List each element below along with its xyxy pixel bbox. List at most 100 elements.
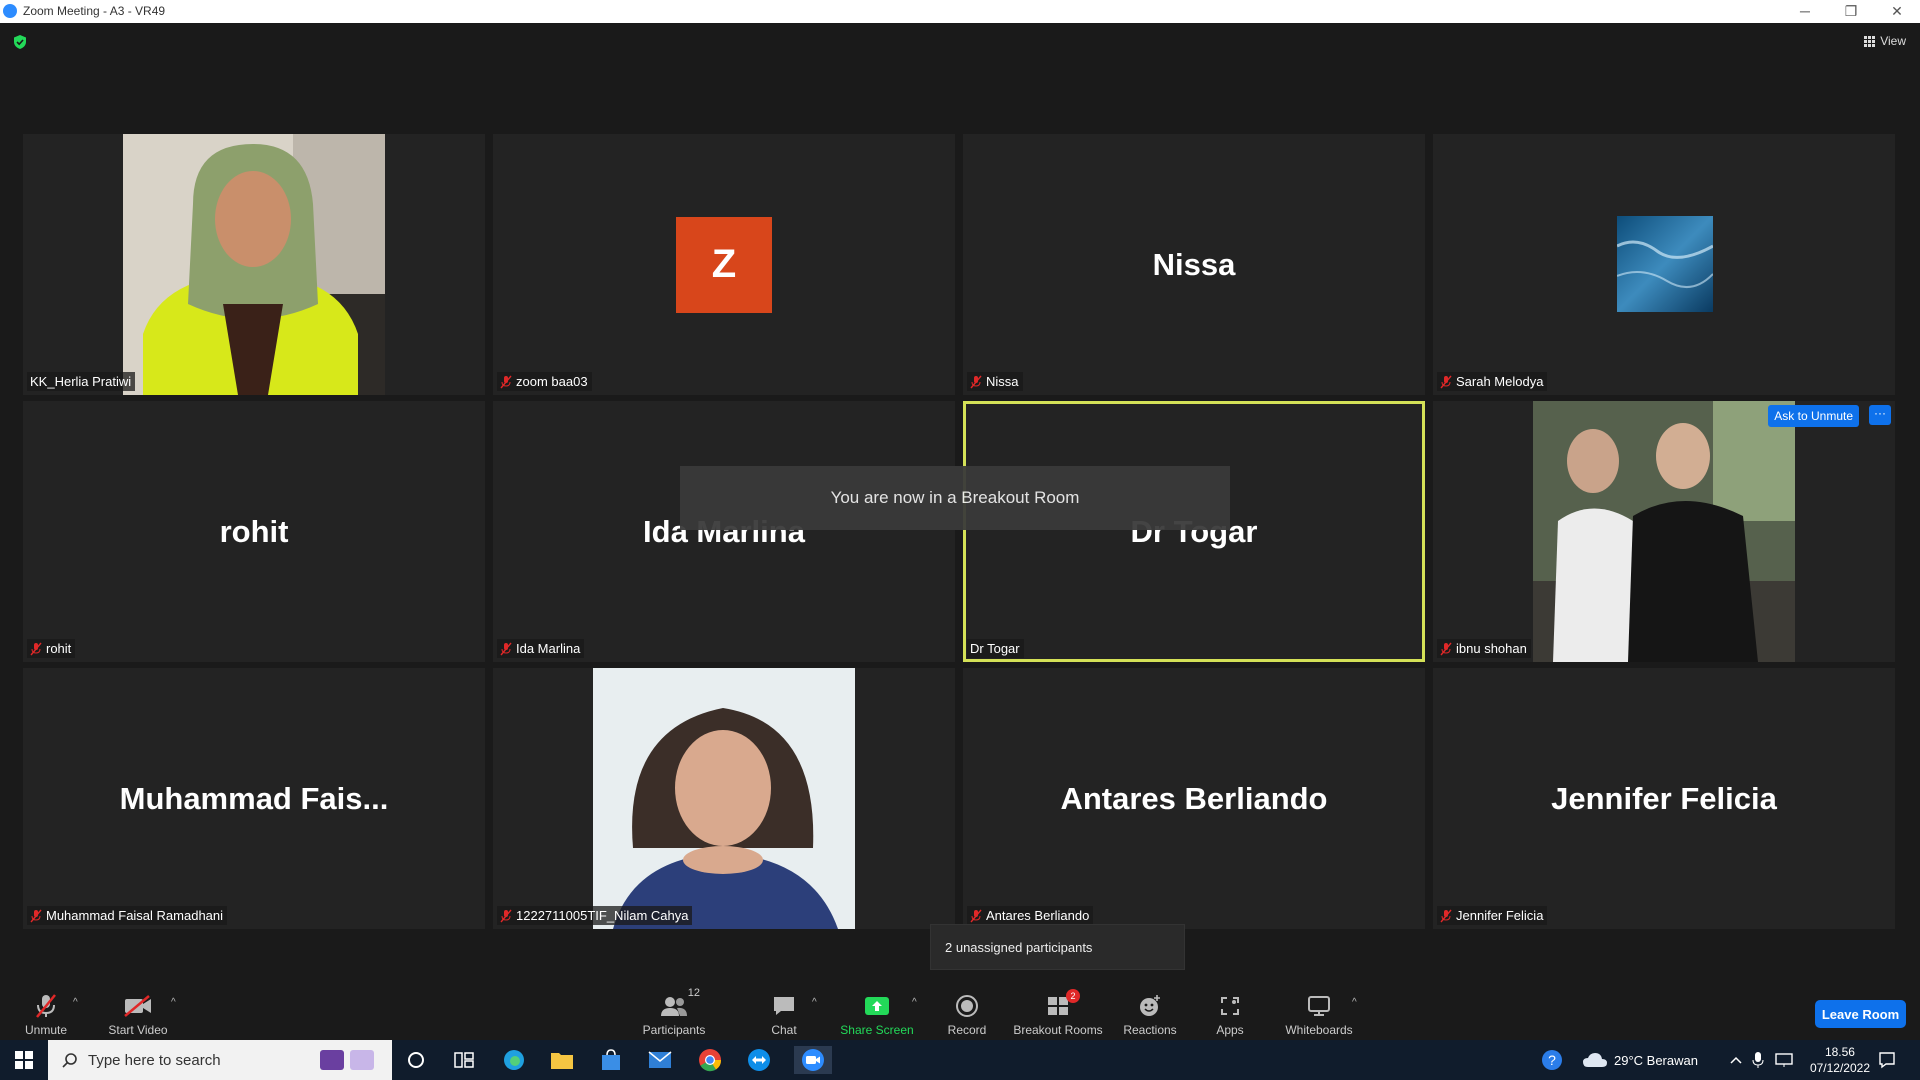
participant-video [123, 134, 385, 395]
whiteboard-options-caret[interactable]: ^ [1352, 997, 1357, 1008]
task-view-icon[interactable] [450, 1046, 478, 1074]
leave-room-button[interactable]: Leave Room [1815, 1000, 1906, 1028]
view-button[interactable]: View [1864, 34, 1906, 48]
notification-center-icon[interactable] [1878, 1040, 1896, 1080]
muted-mic-icon [1440, 909, 1452, 922]
windows-logo-icon [15, 1051, 33, 1069]
windows-start-button[interactable] [0, 1040, 48, 1080]
participant-name-label: Antares Berliando [967, 906, 1094, 925]
video-tile[interactable]: Ida Marlina Ida Marlina [493, 401, 955, 662]
video-tile[interactable]: Sarah Melodya [1433, 134, 1895, 395]
apps-icon [1210, 991, 1250, 1021]
cloud-icon [1583, 1053, 1607, 1067]
muted-mic-icon [970, 375, 982, 388]
muted-mic-icon [30, 642, 42, 655]
microsoft-store-icon[interactable] [597, 1046, 625, 1074]
breakout-rooms-button[interactable]: 2 Breakout Rooms [1012, 975, 1104, 1040]
muted-mic-icon [500, 375, 512, 388]
teamviewer-icon[interactable] [745, 1046, 773, 1074]
participant-name-label: Ida Marlina [497, 639, 585, 658]
participant-name-label: 1222711005TIF_Nilam Cahya [497, 906, 693, 925]
record-button[interactable]: Record [944, 975, 990, 1040]
edge-browser-icon[interactable] [500, 1046, 528, 1074]
view-label: View [1880, 34, 1906, 48]
weather-widget[interactable]: 29°C Berawan [1582, 1040, 1698, 1080]
show-hidden-icons-chevron-icon[interactable] [1730, 1040, 1742, 1080]
participant-big-name: rohit [219, 513, 289, 549]
participants-button[interactable]: 12 Participants [638, 975, 710, 1040]
share-screen-button[interactable]: Share Screen [839, 975, 915, 1040]
file-explorer-icon[interactable] [548, 1046, 576, 1074]
mail-icon[interactable] [646, 1046, 674, 1074]
close-button[interactable]: ✕ [1874, 0, 1920, 23]
encryption-shield-icon[interactable] [12, 34, 28, 50]
more-options-button[interactable]: ··· [1869, 405, 1891, 425]
unmute-button[interactable]: Unmute [20, 975, 72, 1040]
whiteboards-button[interactable]: Whiteboards [1282, 975, 1356, 1040]
microphone-icon[interactable] [1752, 1040, 1764, 1080]
network-icon[interactable] [1775, 1040, 1793, 1080]
svg-text:?: ? [1548, 1052, 1556, 1068]
share-options-caret[interactable]: ^ [912, 997, 917, 1008]
window-title: Zoom Meeting - A3 - VR49 [23, 4, 166, 18]
whiteboard-icon [1299, 991, 1339, 1021]
cortana-icon[interactable] [402, 1046, 430, 1074]
help-icon[interactable]: ? [1540, 1040, 1564, 1080]
participant-video [1533, 401, 1795, 662]
chrome-icon[interactable] [696, 1046, 724, 1074]
breakout-room-toast: You are now in a Breakout Room [680, 466, 1230, 530]
participant-name-label: KK_Herlia Pratiwi [27, 372, 136, 391]
start-video-button[interactable]: Start Video [103, 975, 173, 1040]
participant-name-label: Nissa [967, 372, 1023, 391]
share-screen-icon [857, 991, 897, 1021]
windows-taskbar: Type here to search ? 29°C Berawan 18.56… [0, 1040, 1920, 1080]
video-tile[interactable]: KK_Herlia Pratiwi [23, 134, 485, 395]
system-clock[interactable]: 18.56 07/12/2022 [1810, 1044, 1870, 1076]
video-tile[interactable]: rohit rohit [23, 401, 485, 662]
video-tile[interactable]: Ask to Unmute ··· ibnu shohan [1433, 401, 1895, 662]
muted-mic-icon [1440, 642, 1452, 655]
zoom-app-icon [3, 4, 17, 18]
record-icon [947, 991, 987, 1021]
unassigned-participants-popup[interactable]: 2 unassigned participants [930, 924, 1185, 970]
participants-icon: 12 [654, 987, 700, 1021]
muted-mic-icon [500, 909, 512, 922]
participant-name-label: zoom baa03 [497, 372, 592, 391]
taskbar-search-box[interactable]: Type here to search [48, 1040, 392, 1080]
participant-name-label: Muhammad Faisal Ramadhani [27, 906, 228, 925]
breakout-rooms-icon: 2 [1038, 989, 1080, 1021]
participants-count: 12 [687, 987, 700, 999]
apps-button[interactable]: Apps [1206, 975, 1254, 1040]
search-icon [62, 1053, 77, 1068]
video-tile[interactable]: Z zoom baa03 [493, 134, 955, 395]
meeting-toolbar: Unmute ^ Start Video ^ 12 Participants C… [0, 975, 1920, 1040]
participant-name-label: rohit [27, 639, 76, 658]
participant-big-name: Nissa [1152, 246, 1236, 282]
chat-button[interactable]: Chat [764, 975, 804, 1040]
audio-options-caret[interactable]: ^ [73, 997, 78, 1008]
participant-video [593, 668, 855, 929]
chat-icon [764, 991, 804, 1021]
video-tile[interactable]: Antares Berliando Antares Berliando [963, 668, 1425, 929]
video-tile-active-speaker[interactable]: Dr Togar Dr Togar [963, 401, 1425, 662]
profile-picture [1617, 216, 1713, 312]
restore-button[interactable]: ❐ [1828, 0, 1874, 23]
video-tile[interactable]: Jennifer Felicia Jennifer Felicia [1433, 668, 1895, 929]
video-off-icon [118, 991, 158, 1021]
reactions-icon [1130, 991, 1170, 1021]
participant-name-label: ibnu shohan [1437, 639, 1531, 658]
muted-mic-icon [970, 909, 982, 922]
ask-to-unmute-button[interactable]: Ask to Unmute [1768, 405, 1859, 427]
chat-options-caret[interactable]: ^ [812, 997, 817, 1008]
muted-mic-icon [30, 909, 42, 922]
video-tile[interactable]: 1222711005TIF_Nilam Cahya [493, 668, 955, 929]
video-tile[interactable]: Nissa Nissa [963, 134, 1425, 395]
participant-name-label: Jennifer Felicia [1437, 906, 1548, 925]
zoom-taskbar-icon[interactable] [794, 1046, 832, 1074]
minimize-button[interactable]: ─ [1782, 0, 1828, 23]
reactions-button[interactable]: Reactions [1122, 975, 1178, 1040]
muted-mic-icon [1440, 375, 1452, 388]
video-tile[interactable]: Muhammad Fais... Muhammad Faisal Ramadha… [23, 668, 485, 929]
participant-big-name: Muhammad Fais... [119, 780, 389, 816]
video-options-caret[interactable]: ^ [171, 997, 176, 1008]
